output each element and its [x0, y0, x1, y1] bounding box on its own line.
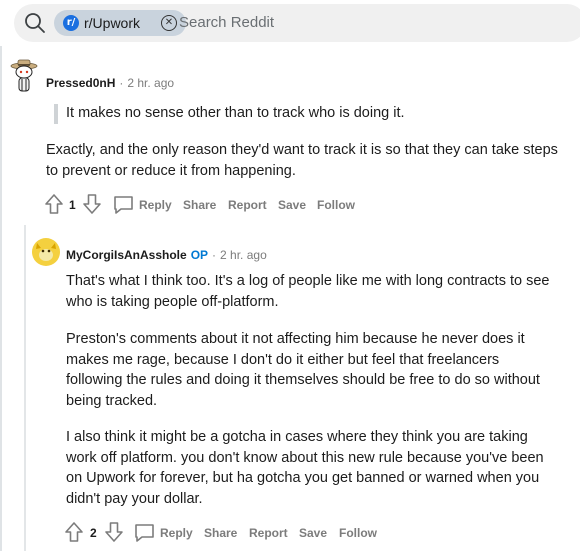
separator-dot: · [119, 76, 124, 90]
report-button[interactable]: Report [228, 198, 267, 212]
timestamp[interactable]: 2 hr. ago [127, 76, 174, 90]
save-button[interactable]: Save [278, 198, 306, 212]
username[interactable]: MyCorgiIsAnAsshole [66, 248, 187, 262]
thread-line[interactable] [0, 46, 2, 551]
avatar[interactable] [31, 237, 61, 267]
downvote-icon[interactable] [104, 521, 124, 543]
quote-bar [54, 104, 58, 124]
search-bar[interactable]: r/ r/Upwork ✕ Search Reddit [14, 4, 580, 42]
share-button[interactable]: Share [204, 526, 237, 540]
downvote-icon[interactable] [82, 193, 102, 215]
vote-count: 2 [90, 526, 97, 540]
close-icon[interactable]: ✕ [161, 15, 177, 31]
follow-button[interactable]: Follow [339, 526, 377, 540]
comment-meta: MyCorgiIsAnAsshole OP · 2 hr. ago [66, 248, 267, 262]
thread-line[interactable] [24, 225, 26, 551]
comment-body: Exactly, and the only reason they'd want… [46, 142, 558, 179]
separator-dot: · [212, 248, 217, 262]
save-button[interactable]: Save [299, 526, 327, 540]
timestamp[interactable]: 2 hr. ago [220, 248, 267, 262]
reply-button[interactable]: Reply [139, 198, 172, 212]
report-button[interactable]: Report [249, 526, 288, 540]
quote-text: It makes no sense other than to track wh… [66, 105, 405, 121]
upvote-icon[interactable] [44, 193, 64, 215]
share-button[interactable]: Share [183, 198, 216, 212]
comment-meta: Pressed0nH · 2 hr. ago [46, 76, 174, 90]
comment-body: Preston's comments about it not affectin… [66, 331, 540, 409]
top-bar: r/ r/Upwork ✕ Search Reddit [0, 0, 580, 46]
op-badge: OP [190, 248, 209, 262]
subreddit-chip-label: r/Upwork [84, 15, 141, 31]
search-icon [25, 13, 45, 33]
username[interactable]: Pressed0nH [46, 76, 115, 90]
comment-icon[interactable] [134, 522, 155, 543]
reply-button[interactable]: Reply [160, 526, 193, 540]
subreddit-chip[interactable]: r/ r/Upwork ✕ [54, 10, 186, 36]
search-input[interactable]: Search Reddit [179, 14, 274, 31]
upvote-icon[interactable] [64, 521, 84, 543]
action-bar: 2 Reply Share Report Save Follow [64, 521, 394, 545]
comment-icon[interactable] [113, 194, 134, 215]
avatar[interactable] [8, 59, 40, 93]
follow-button[interactable]: Follow [317, 198, 355, 212]
action-bar: 1 Reply Share Report Save Follow [44, 193, 364, 217]
subreddit-icon: r/ [63, 15, 79, 31]
vote-count: 1 [69, 198, 76, 212]
comment-body: I also think it might be a gotcha in cas… [66, 429, 544, 507]
comment-body: That's what I think too. It's a log of p… [66, 273, 550, 310]
